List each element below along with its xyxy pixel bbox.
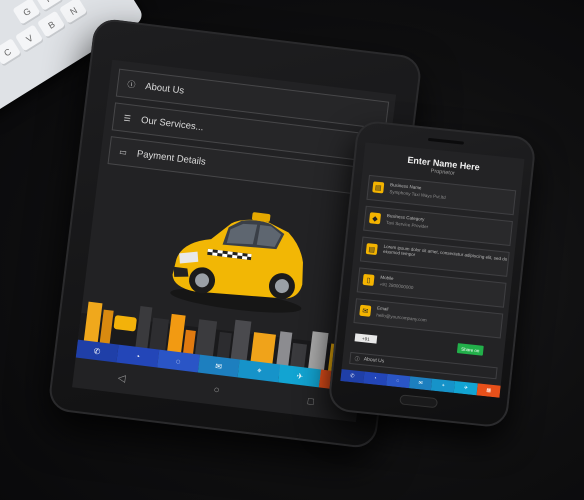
phone-icon: ✆ — [93, 346, 101, 356]
email-icon: ✉ — [214, 361, 223, 371]
phone-action-button[interactable]: ✆ — [340, 369, 365, 384]
share-action-button[interactable]: ✈ — [453, 381, 478, 396]
menu-item-label: About Us — [144, 80, 185, 97]
country-code-select[interactable]: +91 — [354, 333, 378, 344]
about-us-label: About Us — [363, 356, 385, 365]
location-action-button[interactable]: ⌖ — [431, 378, 456, 393]
keyboard-key: N — [59, 0, 89, 26]
photo-scene: V B N G H C ⓘ About Us ☰ Our Services...… — [0, 0, 584, 500]
building-icon: ▤ — [372, 181, 385, 194]
back-icon[interactable]: ◁ — [117, 372, 126, 384]
card-icon: ▭ — [118, 146, 128, 157]
email-icon: ✉ — [359, 304, 372, 317]
keyboard-key: B — [36, 10, 67, 40]
chat-action-button[interactable]: ◌ — [385, 373, 410, 389]
info-card-title: Email — [376, 305, 389, 312]
phone-home-button[interactable] — [400, 395, 437, 408]
whatsapp-action-button[interactable]: ◔ — [363, 371, 388, 386]
share-icon: ✈ — [463, 384, 469, 392]
info-card-title: Mobile — [380, 274, 394, 281]
info-card-value: Symphony Taxi Ways Pvt.ltd — [389, 189, 446, 200]
phone-device: Enter Name Here Proprietor ▤ Business Nam… — [327, 119, 537, 429]
recents-icon[interactable]: □ — [307, 396, 314, 408]
keyboard-key: V — [14, 24, 45, 54]
whatsapp-icon: ◔ — [373, 375, 377, 382]
chat-icon: ◌ — [395, 377, 400, 385]
info-card-value: Taxi Service Provider — [385, 219, 429, 230]
mobile-icon: ▯ — [362, 273, 375, 286]
email-action-button[interactable]: ✉ — [408, 376, 433, 391]
info-card-title: Lorem ipsum dolor sit amet, consectetur … — [382, 243, 508, 262]
other-action-button[interactable]: ▦ — [476, 383, 501, 398]
home-icon[interactable]: ○ — [213, 384, 220, 396]
menu-item-label: Payment Details — [136, 148, 207, 168]
location-icon: ⌖ — [441, 382, 445, 389]
email-icon: ✉ — [418, 380, 423, 387]
share-icon: ✈ — [295, 371, 304, 381]
whatsapp-icon: ◔ — [134, 351, 141, 361]
other-icon: ▦ — [486, 387, 492, 394]
info-icon: ⓘ — [354, 355, 361, 363]
list-icon: ☰ — [123, 113, 132, 123]
phone-screen: Enter Name Here Proprietor ▤ Business Nam… — [340, 142, 525, 398]
phone-icon: ✆ — [349, 373, 355, 380]
location-icon: ⌖ — [256, 365, 263, 376]
phone-speaker — [427, 137, 465, 145]
info-card-value: +91 2800000000 — [379, 281, 414, 291]
tag-icon: ◆ — [368, 212, 382, 225]
menu-item-label: Our Services... — [140, 114, 205, 133]
document-icon: ▤ — [365, 243, 378, 256]
info-card-value: hello@yourcompany.com — [376, 312, 427, 323]
info-icon: ⓘ — [126, 79, 136, 90]
whatsapp-share-button[interactable]: Share on — [456, 343, 484, 356]
chat-icon: ◌ — [175, 356, 182, 366]
